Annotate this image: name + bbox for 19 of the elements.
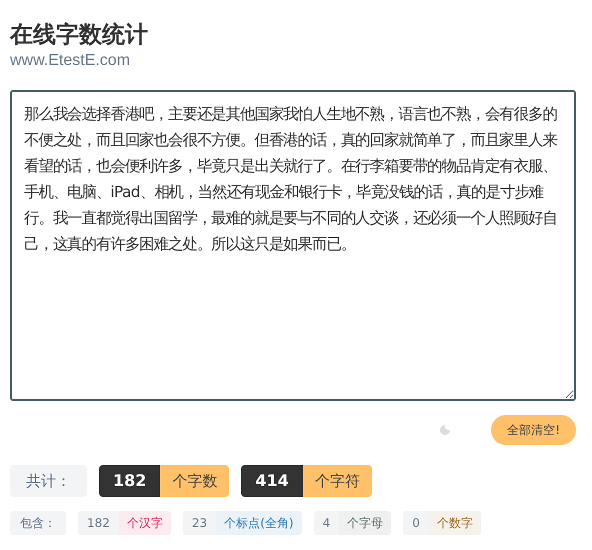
count-value: 0 (403, 511, 429, 535)
spinner-icon (439, 424, 452, 436)
count-value: 182 (78, 511, 119, 535)
count-unit: 个标点(全角) (216, 511, 302, 535)
count-value: 414 (241, 465, 303, 497)
count-value: 23 (182, 511, 216, 535)
count-unit: 个数字 (428, 511, 481, 535)
count-unit: 个字母 (339, 511, 392, 535)
page-title: 在线字数统计 (10, 21, 149, 50)
breakdown-label: 包含： (10, 511, 66, 535)
site-url: www.EtestE.com (10, 52, 132, 70)
text-input-field[interactable]: 那么我会选择香港吧，主要还是其他国家我怕人生地不熟，语言也不熟，会有很多的不便之处，而且回家也会很不方便。但香港的话，真的回家就简单了，而且家里人来看望的话，也会便利许多，毕竟只是出关就行了。在行李箱要带的物品肯定有衣服、手机、电脑、iPad、相机，当然还有现金和银行卡，毕竟没钱的话，真的是寸步难行。我一直都觉得出国留学，最难的就是要与不同的人交谈，还必须一个人照顾好自己，这真的有许多困难之处。所以这只是如果而已。 (10, 90, 576, 401)
count-unit: 个字数 (160, 465, 230, 497)
clear-all-button[interactable]: 全部清空! (491, 415, 576, 445)
count-value: 4 (314, 511, 340, 535)
total-label: 共计： (10, 465, 87, 497)
count-unit: 个汉字 (118, 511, 171, 535)
count-value: 182 (99, 465, 160, 497)
count-unit: 个字符 (302, 465, 372, 497)
